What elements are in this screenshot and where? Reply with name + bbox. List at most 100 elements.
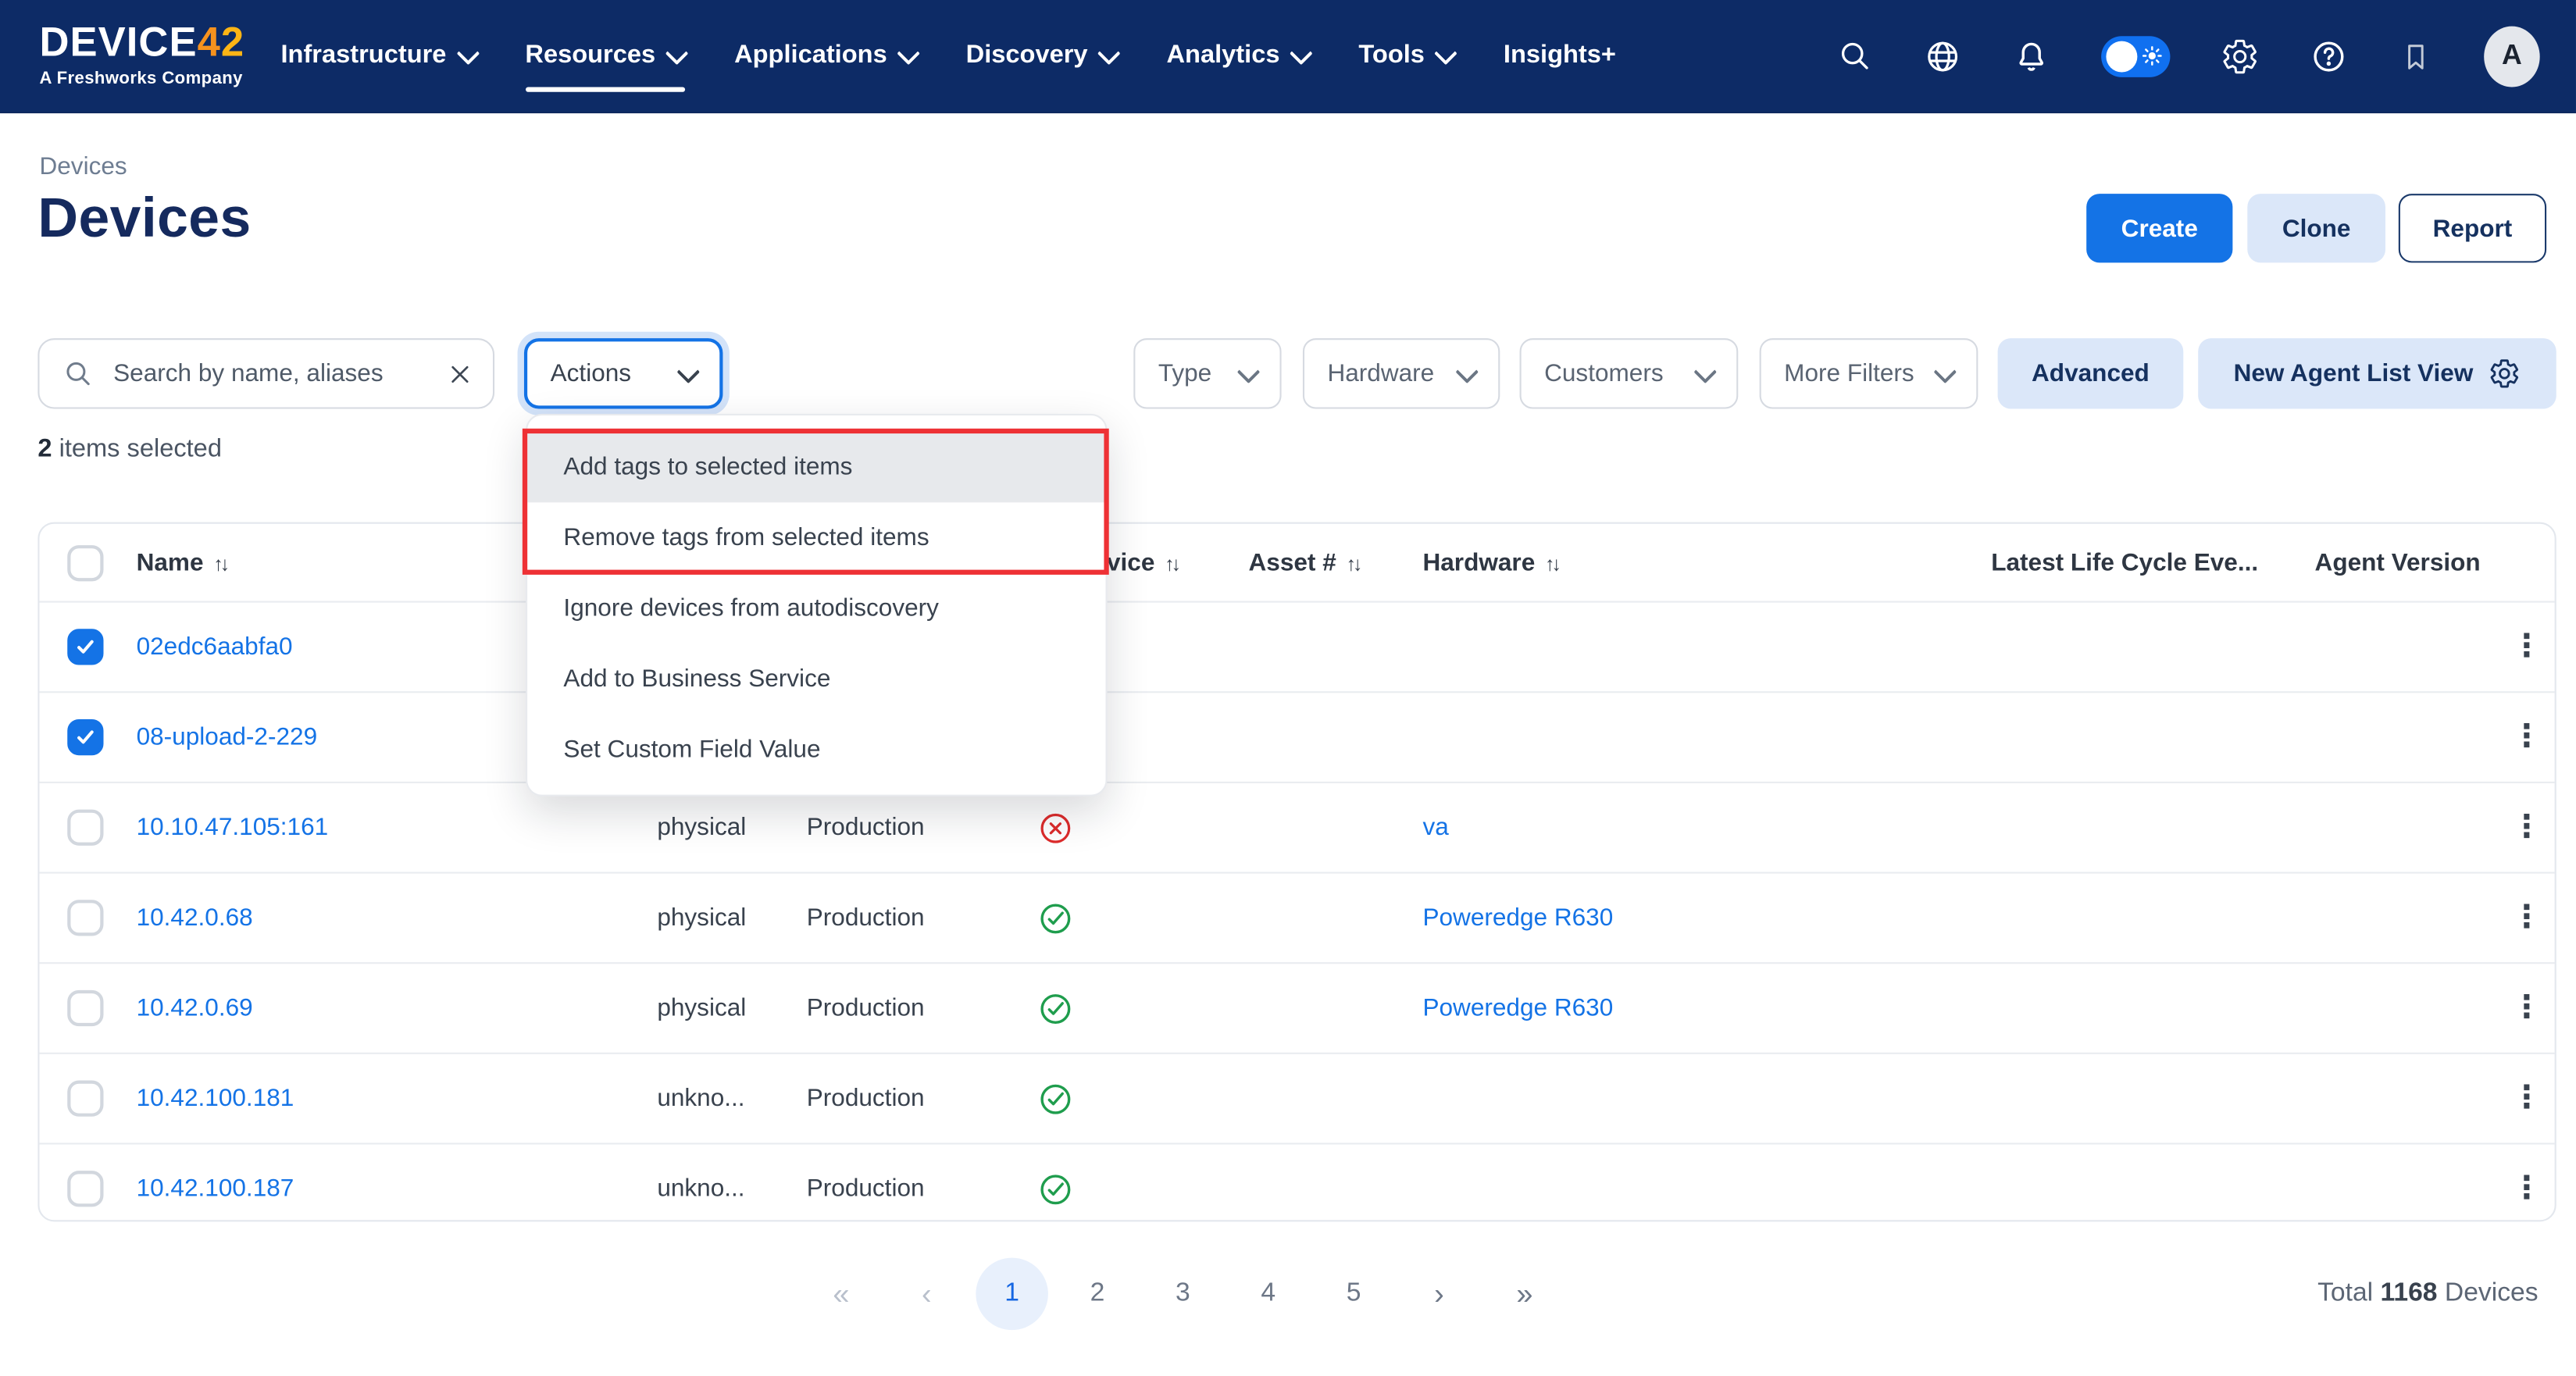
search-icon[interactable] [1836, 37, 1872, 73]
column-header-lifecycle[interactable]: Latest Life Cycle Eve... [1991, 548, 2258, 576]
device-name-link[interactable]: 10.10.47.105:161 [137, 814, 329, 842]
search-input[interactable] [110, 358, 447, 389]
globe-icon[interactable] [1924, 37, 1961, 74]
main-menu: Infrastructure Resources Applications Di… [280, 0, 1615, 112]
menu-item-set-custom-field[interactable]: Set Custom Field Value [527, 715, 1105, 785]
row-menu-kebab-icon[interactable]: ⋮ [2491, 809, 2556, 847]
sort-icon: ↑↓ [1165, 551, 1178, 574]
service-level-cell: Production [807, 994, 925, 1022]
device-name-link[interactable]: 10.42.100.181 [137, 1085, 294, 1113]
clear-search-icon[interactable] [447, 361, 473, 387]
nav-item-infrastructure[interactable]: Infrastructure [280, 41, 476, 71]
advanced-button[interactable]: Advanced [1998, 338, 2184, 408]
column-header-agent-version[interactable]: Agent Version [2315, 548, 2479, 576]
filter-more-filters[interactable]: More Filters [1760, 338, 1978, 408]
select-all-checkbox[interactable] [67, 544, 103, 580]
hardware-link[interactable]: Poweredge R630 [1422, 904, 1613, 932]
column-header-asset[interactable]: Asset #↑↓ [1249, 548, 1360, 576]
new-agent-label: New Agent List View [2234, 359, 2474, 387]
table-header-row: Name↑↓ In Service↑↓ Asset #↑↓ Hardware↑↓… [39, 524, 2554, 601]
help-icon[interactable] [2310, 37, 2347, 74]
row-menu-kebab-icon[interactable]: ⋮ [2491, 628, 2556, 665]
report-button[interactable]: Report [2399, 194, 2546, 262]
table-row: 10.42.100.181 unkno... Production ⋮ [39, 1053, 2554, 1143]
hardware-link[interactable]: Poweredge R630 [1422, 994, 1613, 1022]
filter-label: Hardware [1327, 359, 1434, 387]
gear-icon[interactable] [2489, 358, 2521, 389]
row-checkbox[interactable] [67, 810, 103, 846]
nav-item-applications[interactable]: Applications [734, 41, 916, 71]
nav-item-insights[interactable]: Insights+ [1504, 41, 1616, 71]
filter-hardware[interactable]: Hardware [1303, 338, 1500, 408]
menu-item-remove-tags[interactable]: Remove tags from selected items [527, 502, 1105, 572]
device-name-link[interactable]: 02edc6aabfa0 [137, 633, 293, 661]
first-page-button[interactable]: « [805, 1258, 878, 1331]
nav-item-label: Resources [525, 41, 655, 71]
breadcrumb[interactable]: Devices [39, 153, 127, 181]
page-button-2[interactable]: 2 [1061, 1258, 1134, 1331]
table-row: 10.42.0.68 physical Production Poweredge… [39, 872, 2554, 962]
row-checkbox[interactable] [67, 629, 103, 665]
chevron-down-icon [676, 360, 700, 383]
menu-item-add-tags[interactable]: Add tags to selected items [527, 432, 1105, 502]
gear-icon[interactable] [2221, 37, 2259, 74]
last-page-button[interactable]: » [1489, 1258, 1561, 1331]
filter-label: More Filters [1784, 359, 1914, 387]
nav-right-icons: A [1836, 26, 2539, 87]
nav-item-discovery[interactable]: Discovery [966, 41, 1118, 71]
user-avatar[interactable]: A [2484, 26, 2540, 87]
row-checkbox[interactable] [67, 900, 103, 936]
nav-item-label: Insights+ [1504, 41, 1616, 71]
next-page-button[interactable]: › [1403, 1258, 1475, 1331]
status-ok-icon [1038, 1081, 1072, 1117]
row-checkbox[interactable] [67, 1171, 103, 1207]
actions-dropdown-menu: Add tags to selected items Remove tags f… [526, 414, 1108, 797]
logo-text: DEVICE42 [39, 23, 244, 65]
theme-toggle[interactable] [2101, 35, 2170, 77]
column-label: Latest Life Cycle Eve... [1991, 548, 2258, 576]
new-agent-list-view-button[interactable]: New Agent List View [2198, 338, 2556, 408]
prev-page-button[interactable]: ‹ [890, 1258, 963, 1331]
page-button-3[interactable]: 3 [1147, 1258, 1219, 1331]
row-menu-kebab-icon[interactable]: ⋮ [2491, 1170, 2556, 1207]
bell-icon[interactable] [2013, 37, 2050, 74]
total-count: 1168 [2381, 1279, 2438, 1307]
column-header-name[interactable]: Name↑↓ [137, 548, 227, 576]
row-checkbox[interactable] [67, 1081, 103, 1117]
menu-item-add-business-service[interactable]: Add to Business Service [527, 643, 1105, 714]
nav-item-resources[interactable]: Resources [525, 41, 685, 71]
selection-rest: items selected [52, 435, 222, 463]
row-menu-kebab-icon[interactable]: ⋮ [2491, 989, 2556, 1027]
nav-item-label: Analytics [1167, 41, 1280, 71]
device-name-link[interactable]: 08-upload-2-229 [137, 723, 318, 751]
filter-customers[interactable]: Customers [1520, 338, 1739, 408]
clone-button[interactable]: Clone [2247, 194, 2385, 262]
row-checkbox[interactable] [67, 990, 103, 1026]
device42-logo[interactable]: DEVICE42 A Freshworks Company [39, 23, 244, 88]
row-checkbox[interactable] [67, 719, 103, 755]
page-button-5[interactable]: 5 [1318, 1258, 1390, 1331]
hardware-link[interactable]: va [1422, 814, 1448, 842]
device-name-link[interactable]: 10.42.100.187 [137, 1175, 294, 1203]
table-row: 10.10.47.105:161 physical Production va … [39, 782, 2554, 872]
row-menu-kebab-icon[interactable]: ⋮ [2491, 718, 2556, 756]
menu-item-ignore-devices[interactable]: Ignore devices from autodiscovery [527, 573, 1105, 643]
bookmark-icon[interactable] [2399, 38, 2433, 73]
device-name-link[interactable]: 10.42.0.68 [137, 904, 253, 932]
row-menu-kebab-icon[interactable]: ⋮ [2491, 899, 2556, 936]
page-button-1[interactable]: 1 [976, 1258, 1048, 1331]
device-name-link[interactable]: 10.42.0.69 [137, 994, 253, 1022]
nav-item-analytics[interactable]: Analytics [1167, 41, 1310, 71]
service-level-cell: Production [807, 1175, 925, 1203]
create-button[interactable]: Create [2086, 194, 2232, 262]
filter-type[interactable]: Type [1133, 338, 1281, 408]
sort-icon: ↑↓ [213, 551, 227, 574]
status-ok-icon [1038, 900, 1072, 936]
column-label: Asset # [1249, 548, 1336, 576]
page-button-4[interactable]: 4 [1232, 1258, 1304, 1331]
actions-dropdown-button[interactable]: Actions [524, 338, 722, 408]
chevron-down-icon [1933, 360, 1957, 383]
nav-item-tools[interactable]: Tools [1358, 41, 1454, 71]
row-menu-kebab-icon[interactable]: ⋮ [2491, 1079, 2556, 1117]
column-header-hardware[interactable]: Hardware↑↓ [1422, 548, 1557, 576]
